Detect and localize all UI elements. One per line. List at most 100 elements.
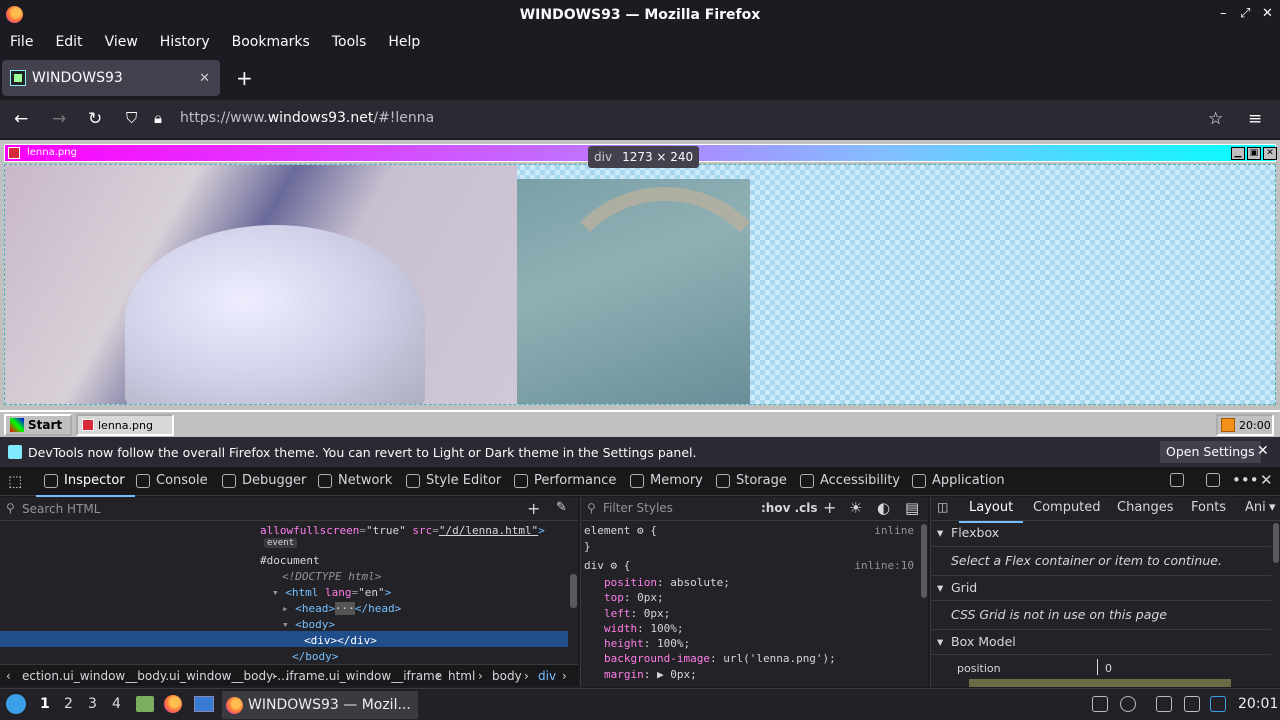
- rule-source[interactable]: inline: [874, 524, 914, 537]
- tab-inspector[interactable]: Inspector: [36, 473, 135, 497]
- win93-maximize-button[interactable]: ▣: [1247, 147, 1261, 160]
- breadcrumb-scroll-right-icon[interactable]: ›: [562, 669, 567, 683]
- rule-element[interactable]: element ⚙ {: [584, 524, 657, 537]
- tab-memory[interactable]: Memory: [630, 473, 703, 488]
- tray-upload-icon[interactable]: [1092, 696, 1108, 712]
- css-declaration[interactable]: width: 100%;: [604, 622, 684, 635]
- tabs-overflow-icon[interactable]: ▾: [1269, 500, 1276, 515]
- clipboard-icon[interactable]: [1156, 696, 1172, 712]
- event-badge[interactable]: event: [264, 538, 298, 548]
- forward-icon[interactable]: →: [52, 109, 66, 129]
- volume-icon[interactable]: [1120, 696, 1136, 712]
- file-manager-icon[interactable]: [136, 696, 154, 712]
- css-declaration[interactable]: left: 0px;: [604, 607, 670, 620]
- menu-bookmarks[interactable]: Bookmarks: [232, 34, 310, 50]
- pseudo-class-toggle[interactable]: :hov .cls: [761, 501, 818, 515]
- new-tab-icon[interactable]: +: [236, 66, 253, 90]
- menu-view[interactable]: View: [105, 34, 138, 50]
- css-declaration[interactable]: margin: ▶ 0px;: [604, 668, 697, 681]
- shield-icon[interactable]: ⛉: [126, 109, 137, 127]
- menu-edit[interactable]: Edit: [55, 34, 82, 50]
- filter-styles-input[interactable]: Filter Styles: [603, 501, 673, 515]
- more-options-icon[interactable]: •••: [1232, 471, 1259, 489]
- box-position-value[interactable]: 0: [1105, 662, 1112, 675]
- win93-minimize-button[interactable]: ▁: [1231, 147, 1245, 160]
- bookmark-star-icon[interactable]: ☆: [1208, 109, 1223, 129]
- rule-source[interactable]: inline:10: [854, 559, 914, 572]
- breadcrumb-scroll-left-icon[interactable]: ‹: [6, 669, 11, 683]
- workspace-2[interactable]: 2: [64, 696, 73, 712]
- tab-style-editor[interactable]: Style Editor: [406, 473, 501, 488]
- node-body-close[interactable]: </body>: [292, 650, 338, 663]
- rss-icon[interactable]: [1221, 418, 1235, 432]
- element-picker-icon[interactable]: ⬚: [8, 472, 22, 490]
- updates-icon[interactable]: [1210, 696, 1226, 712]
- breadcrumb-item[interactable]: ection.ui_window__body.ui_window__body-.…: [22, 669, 289, 683]
- tab-console[interactable]: Console: [136, 473, 208, 488]
- close-icon[interactable]: ✕: [1262, 6, 1273, 21]
- css-declaration[interactable]: position: absolute;: [604, 576, 730, 589]
- tab-debugger[interactable]: Debugger: [222, 473, 306, 488]
- win93-close-button[interactable]: ✕: [1263, 147, 1277, 160]
- add-rule-icon[interactable]: +: [823, 498, 836, 517]
- dock-side-icon[interactable]: [1206, 473, 1220, 487]
- node-document[interactable]: #document: [260, 554, 320, 567]
- minimize-icon[interactable]: –: [1220, 6, 1227, 21]
- tab-close-icon[interactable]: ✕: [199, 71, 210, 86]
- tab-layout[interactable]: Layout: [958, 500, 1024, 523]
- rule-div[interactable]: div ⚙ {: [584, 559, 630, 572]
- breadcrumb-item[interactable]: html: [448, 669, 475, 683]
- tab-animations[interactable]: Ani: [1245, 500, 1266, 515]
- menu-history[interactable]: History: [160, 34, 210, 50]
- back-icon[interactable]: ←: [14, 109, 28, 129]
- tab-accessibility[interactable]: Accessibility: [800, 473, 900, 488]
- markup-scrollbar[interactable]: [570, 574, 577, 608]
- desktop-icon[interactable]: [194, 696, 214, 712]
- open-settings-button[interactable]: Open Settings: [1160, 441, 1261, 463]
- os-menu-icon[interactable]: [6, 694, 26, 714]
- toggle-sidebar-icon[interactable]: ◫: [937, 500, 948, 514]
- reload-icon[interactable]: ↻: [88, 109, 102, 129]
- tab-storage[interactable]: Storage: [716, 473, 787, 488]
- tab-network[interactable]: Network: [318, 473, 392, 488]
- network-tray-icon[interactable]: [1184, 696, 1200, 712]
- responsive-mode-icon[interactable]: [1170, 473, 1184, 487]
- url-bar[interactable]: https://www.windows93.net/#!lenna: [180, 110, 434, 126]
- breadcrumb-item[interactable]: body: [492, 669, 522, 683]
- taskbar-firefox-window[interactable]: WINDOWS93 — Mozil...: [222, 691, 418, 719]
- light-mode-icon[interactable]: ☀: [849, 499, 862, 517]
- node-div-selected[interactable]: <div></div>: [304, 634, 377, 647]
- tab-performance[interactable]: Performance: [514, 473, 616, 488]
- maximize-icon[interactable]: ⤢: [1240, 6, 1250, 21]
- tab-computed[interactable]: Computed: [1033, 500, 1101, 515]
- breadcrumb-item-current[interactable]: div: [538, 669, 556, 683]
- search-html-input[interactable]: Search HTML: [0, 497, 578, 521]
- tab-application[interactable]: Application: [912, 473, 1005, 488]
- node-doctype[interactable]: <!DOCTYPE html>: [282, 570, 381, 583]
- tab-changes[interactable]: Changes: [1117, 500, 1174, 515]
- eyedropper-icon[interactable]: ✎: [556, 500, 567, 515]
- rules-scrollbar[interactable]: [921, 524, 927, 598]
- lock-icon[interactable]: 🔒︎: [154, 109, 162, 127]
- win93-task-lenna[interactable]: lenna.png: [76, 414, 174, 436]
- attr-link[interactable]: "/d/lenna.html": [439, 524, 538, 537]
- firefox-launcher-icon[interactable]: [164, 695, 182, 713]
- menu-tools[interactable]: Tools: [332, 34, 367, 50]
- devtools-close-icon[interactable]: ✕: [1260, 471, 1273, 489]
- css-declaration[interactable]: background-image: url('lenna.png');: [604, 652, 836, 665]
- box-model-section[interactable]: Box Model: [931, 629, 1271, 655]
- css-declaration[interactable]: top: 0px;: [604, 591, 664, 604]
- grid-section[interactable]: Grid: [931, 575, 1271, 601]
- workspace-4[interactable]: 4: [112, 696, 121, 712]
- tab-fonts[interactable]: Fonts: [1191, 500, 1226, 515]
- add-node-icon[interactable]: +: [527, 499, 540, 518]
- notice-close-icon[interactable]: ✕: [1257, 443, 1269, 459]
- workspace-3[interactable]: 3: [88, 696, 97, 712]
- hamburger-menu-icon[interactable]: ≡: [1248, 109, 1262, 129]
- print-media-icon[interactable]: ▤: [905, 499, 919, 517]
- breadcrumb-item[interactable]: iframe.ui_window__iframe: [286, 669, 442, 683]
- win93-start-button[interactable]: Start: [4, 414, 72, 436]
- sidebar-scrollbar[interactable]: [1273, 523, 1279, 563]
- css-declaration[interactable]: height: 100%;: [604, 637, 690, 650]
- menu-file[interactable]: File: [10, 34, 33, 50]
